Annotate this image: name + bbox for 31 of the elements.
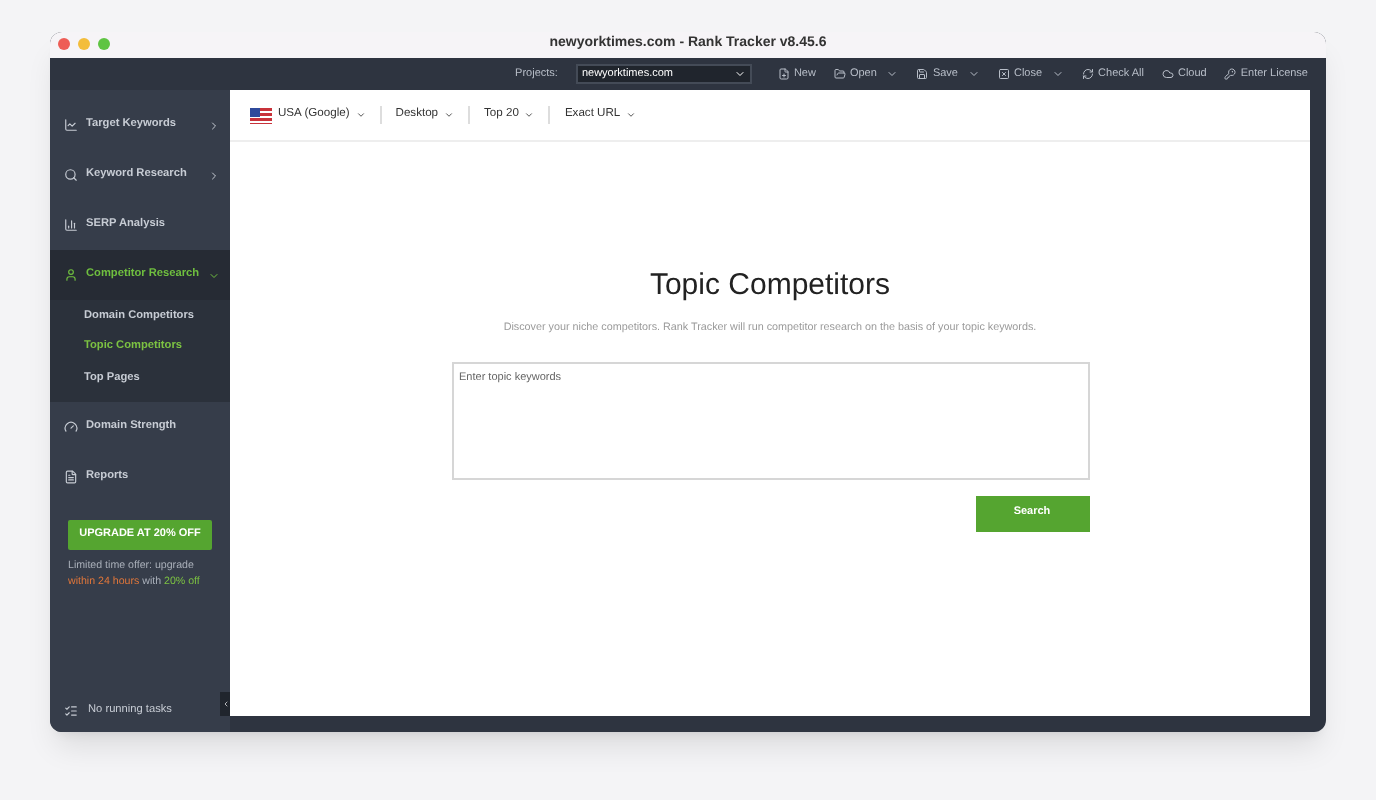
chevron-down-icon bbox=[626, 110, 637, 120]
chevron-down-icon bbox=[355, 110, 366, 120]
chevron-down-icon bbox=[733, 68, 746, 80]
close-icon bbox=[997, 68, 1010, 80]
chevron-down-icon bbox=[524, 110, 535, 120]
cloud-icon bbox=[1161, 68, 1174, 80]
gauge-icon bbox=[64, 419, 78, 433]
page-title: Topic Competitors bbox=[649, 266, 891, 306]
person-icon bbox=[64, 268, 78, 282]
maximize-window-icon[interactable] bbox=[98, 38, 110, 50]
close-window-icon[interactable] bbox=[58, 38, 70, 50]
chevron-down-icon bbox=[444, 110, 455, 120]
open-icon bbox=[833, 68, 846, 80]
report-icon bbox=[64, 469, 78, 483]
chevron-down-icon bbox=[208, 269, 220, 281]
save-icon bbox=[916, 68, 929, 80]
key-icon bbox=[1224, 68, 1237, 80]
chevron-right-icon bbox=[208, 119, 220, 131]
collapse-handle[interactable] bbox=[220, 692, 230, 716]
minimize-window-icon[interactable] bbox=[78, 38, 90, 50]
refresh-icon bbox=[1082, 68, 1095, 80]
chevron-down-icon[interactable] bbox=[967, 68, 980, 80]
bars-icon bbox=[64, 218, 78, 232]
chevron-right-icon bbox=[208, 169, 220, 181]
chart-icon bbox=[64, 118, 78, 132]
flag-icon bbox=[250, 107, 272, 123]
tasks-icon bbox=[64, 703, 78, 717]
search-icon bbox=[64, 168, 78, 182]
chevron-down-icon[interactable] bbox=[886, 68, 899, 80]
new-icon bbox=[777, 68, 790, 80]
chevron-down-icon[interactable] bbox=[1052, 68, 1065, 80]
